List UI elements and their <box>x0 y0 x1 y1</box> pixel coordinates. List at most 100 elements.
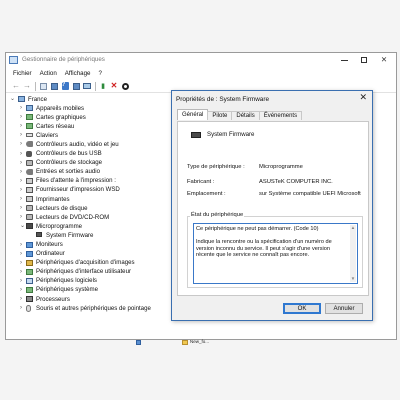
card-icon <box>26 114 33 121</box>
download-icon[interactable] <box>121 82 129 90</box>
tree-category[interactable]: ⌄ Microprogramme <box>6 222 176 231</box>
taskbar-item-label[interactable]: New_fo... <box>190 339 209 344</box>
status-description: Indique la rencontre ou la spécification… <box>196 239 332 259</box>
monitor-icon <box>26 250 33 257</box>
ok-button[interactable]: OK <box>283 303 321 314</box>
chevron-right-icon[interactable]: › <box>20 205 22 211</box>
properties-glyph <box>39 82 47 90</box>
tab-general[interactable]: Général <box>177 109 209 120</box>
tree-category[interactable]: › Périphériques d'acquisition d'images <box>6 259 176 268</box>
tree-category[interactable]: › Appareils mobiles <box>6 104 176 113</box>
tree-item-label: Appareils mobiles <box>36 104 85 112</box>
tree-category[interactable]: › Files d'attente à l'impression : <box>6 177 176 186</box>
tree-category[interactable]: › Lecteurs de disque <box>6 204 176 213</box>
tree-category[interactable]: › Cartes graphiques <box>6 113 176 122</box>
tree-items: › Appareils mobiles › Cartes graphiques › Car… <box>6 104 176 313</box>
chevron-right-icon[interactable]: › <box>20 114 22 120</box>
tree-category[interactable]: › Périphériques d'interface utilisateur <box>6 268 176 277</box>
card-icon <box>26 268 33 275</box>
card-icon <box>26 123 33 130</box>
tree-category[interactable]: › Souris et autres périphériques de point… <box>6 304 176 313</box>
tree-category[interactable]: › Claviers <box>6 131 176 140</box>
menu-bar: Fichier Action Affichage ? <box>6 68 396 80</box>
dialog-close-icon[interactable]: ✕ <box>359 93 367 102</box>
chevron-right-icon[interactable]: › <box>20 141 22 147</box>
chevron-right-icon[interactable]: › <box>20 214 22 220</box>
menu-help[interactable]: ? <box>95 68 104 80</box>
uninstall-icon[interactable]: ✕ <box>110 82 118 90</box>
cancel-button[interactable]: Annuler <box>325 303 363 314</box>
chevron-right-icon[interactable]: › <box>20 287 22 293</box>
chevron-down-icon[interactable]: ⌄ <box>10 96 15 102</box>
scroll-up-icon[interactable]: ▲ <box>350 225 356 231</box>
menu-fichier[interactable]: Fichier <box>10 68 35 80</box>
tree-item-label: Moniteurs <box>36 241 63 248</box>
tab-pilote[interactable]: Pilote <box>207 111 233 120</box>
chevron-down-icon[interactable]: ⌄ <box>20 223 25 229</box>
disk-icon <box>26 205 33 212</box>
tree-category[interactable]: › Fournisseur d'impression WSD <box>6 186 176 195</box>
show-hidden-icon[interactable] <box>50 82 58 90</box>
print-icon <box>26 177 33 184</box>
chevron-right-icon[interactable]: › <box>20 169 22 175</box>
sound-icon <box>26 141 33 148</box>
tab-evenements[interactable]: Événements <box>258 111 303 120</box>
close-button[interactable]: ✕ <box>374 54 394 66</box>
taskbar-app-icon[interactable] <box>136 340 141 345</box>
chevron-right-icon[interactable]: › <box>20 251 22 257</box>
taskbar-strip: New_fo... <box>136 339 209 346</box>
chevron-right-icon[interactable]: › <box>20 187 22 193</box>
sound-icon <box>26 168 33 175</box>
help-icon[interactable]: ? <box>61 82 69 90</box>
tree-category[interactable]: › Moniteurs <box>6 241 176 250</box>
keyboard-icon <box>26 133 33 138</box>
properties-icon[interactable] <box>39 82 47 90</box>
scan-hardware-icon[interactable] <box>83 82 91 90</box>
device-status-text[interactable]: Ce périphérique ne peut pas démarrer. (C… <box>193 223 358 284</box>
chevron-right-icon[interactable]: › <box>20 269 22 275</box>
chevron-right-icon[interactable]: › <box>20 178 22 184</box>
chevron-right-icon[interactable]: › <box>20 151 22 157</box>
tab-details[interactable]: Détails <box>231 111 260 120</box>
tree-category[interactable]: › Contrôleurs audio, vidéo et jeu <box>6 140 176 149</box>
tree-category[interactable]: › Périphériques logiciels <box>6 277 176 286</box>
tree-category[interactable]: › Ordinateur <box>6 250 176 259</box>
chevron-right-icon[interactable]: › <box>20 196 22 202</box>
close-icon: ✕ <box>380 55 388 65</box>
tree-category[interactable]: › Lecteurs de DVD/CD-ROM <box>6 213 176 222</box>
chevron-right-icon[interactable]: › <box>20 305 22 311</box>
tree-root[interactable]: ⌄ France <box>6 95 176 104</box>
tree-category[interactable]: › Contrôleurs de bus USB <box>6 150 176 159</box>
tree-category[interactable]: › Périphériques système <box>6 286 176 295</box>
chevron-right-icon[interactable]: › <box>20 242 22 248</box>
tree-category[interactable]: › Cartes réseau <box>6 122 176 131</box>
minimize-button[interactable] <box>334 54 354 66</box>
device-type-value: Microprogramme <box>259 164 303 170</box>
tree-child-item[interactable]: System Firmware <box>6 231 176 240</box>
tree-category[interactable]: › Imprimantes <box>6 195 176 204</box>
show-pane-icon[interactable] <box>72 82 80 90</box>
chevron-right-icon[interactable]: › <box>20 296 22 302</box>
back-arrow-icon[interactable]: ← <box>12 82 20 90</box>
chevron-right-icon[interactable]: › <box>20 123 22 129</box>
status-scrollbar[interactable]: ▲ ▼ <box>350 225 356 282</box>
manufacturer-value: ASUSTeK COMPUTER INC. <box>259 179 333 185</box>
help-glyph: ? <box>61 82 69 90</box>
chevron-right-icon[interactable]: › <box>20 160 22 166</box>
scroll-down-icon[interactable]: ▼ <box>350 276 356 282</box>
update-driver-icon[interactable]: ▮ <box>99 82 107 90</box>
tree-category[interactable]: › Processeurs <box>6 295 176 304</box>
chevron-right-icon[interactable]: › <box>20 278 22 284</box>
menu-action[interactable]: Action <box>37 68 60 80</box>
device-name: System Firmware <box>207 131 255 138</box>
chevron-right-icon[interactable]: › <box>20 260 22 266</box>
chevron-right-icon[interactable]: › <box>20 105 22 111</box>
tree-item-label: Lecteurs de DVD/CD-ROM <box>36 213 110 221</box>
maximize-button[interactable] <box>354 54 374 66</box>
forward-arrow-icon[interactable]: → <box>23 82 31 90</box>
folder-icon[interactable] <box>182 340 188 345</box>
chevron-right-icon[interactable]: › <box>20 132 22 138</box>
menu-affichage[interactable]: Affichage <box>62 68 94 80</box>
tree-category[interactable]: › Contrôleurs de stockage <box>6 159 176 168</box>
tree-category[interactable]: › Entrées et sorties audio <box>6 168 176 177</box>
